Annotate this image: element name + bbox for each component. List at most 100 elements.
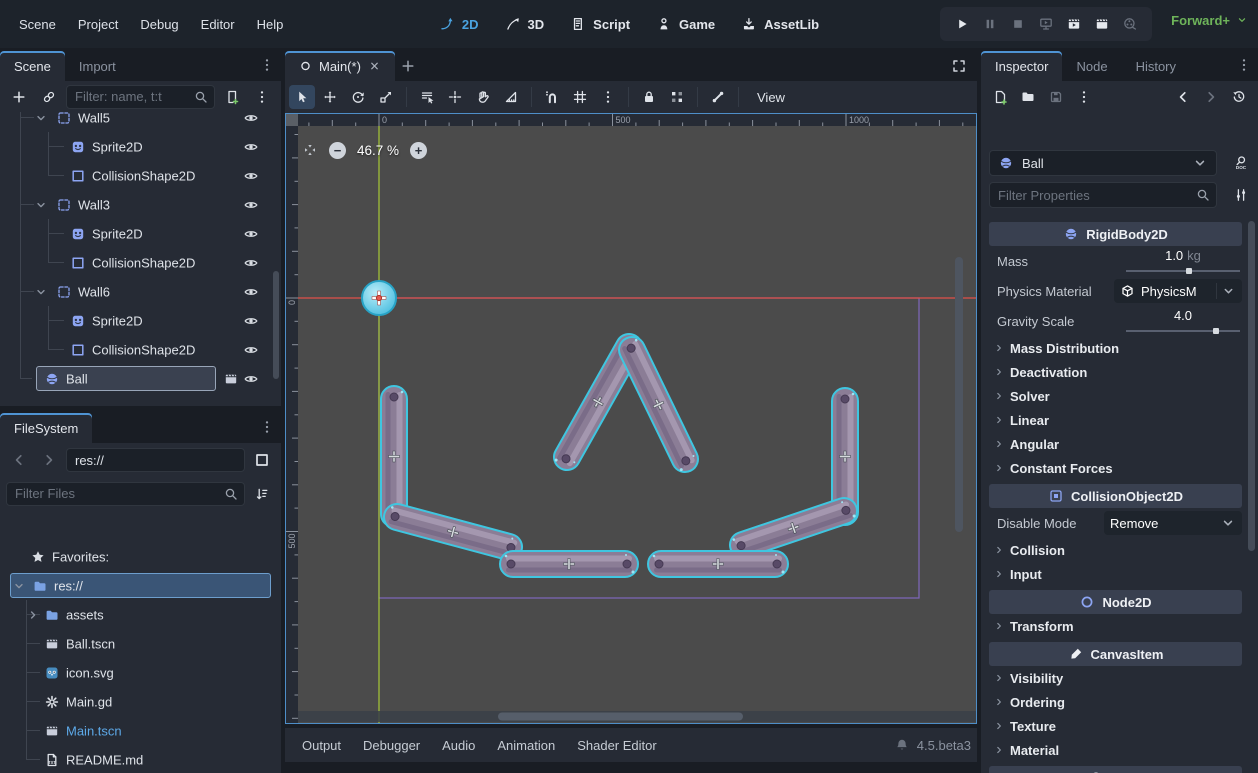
notification-bell-icon[interactable]	[894, 737, 910, 753]
visibility-eye-icon[interactable]	[243, 139, 259, 155]
tree-row-ball[interactable]: Ball	[0, 364, 281, 393]
tree-row-sprite2d[interactable]: Sprite2D	[0, 306, 281, 335]
bottom-tab-animation[interactable]: Animation	[486, 732, 566, 759]
section-input[interactable]: Input	[989, 562, 1242, 586]
property-editor-physics-material[interactable]: PhysicsM	[1114, 279, 1242, 303]
section-ordering[interactable]: Ordering	[989, 690, 1242, 714]
save-resource-button[interactable]	[1043, 85, 1069, 109]
remote-debug-button[interactable]	[1034, 12, 1058, 36]
zoom-percent[interactable]: 46.7 %	[357, 143, 399, 158]
section-constant-forces[interactable]: Constant Forces	[989, 456, 1242, 480]
tree-row-wall3[interactable]: Wall3	[0, 190, 281, 219]
open-docs-button[interactable]: DOC	[1228, 150, 1254, 176]
visibility-eye-icon[interactable]	[243, 371, 259, 387]
center-view-icon[interactable]	[302, 143, 318, 159]
scene-tab-main[interactable]: Main(*)	[285, 51, 395, 81]
bottom-tab-output[interactable]: Output	[291, 732, 352, 759]
play-button[interactable]	[950, 12, 974, 36]
pause-button[interactable]	[978, 12, 1002, 36]
resource-menu-button[interactable]	[1071, 85, 1097, 109]
visibility-eye-icon[interactable]	[243, 342, 259, 358]
fs-row-ball-tscn[interactable]: Ball.tscn	[0, 629, 281, 658]
move-tool[interactable]	[317, 85, 343, 109]
h-scrollbar-thumb[interactable]	[498, 713, 743, 721]
visibility-eye-icon[interactable]	[243, 255, 259, 271]
movie-maker-button[interactable]	[1118, 12, 1142, 36]
skeleton-options-button[interactable]	[705, 85, 731, 109]
add-node-button[interactable]	[6, 85, 32, 109]
dock-menu-icon[interactable]	[259, 57, 275, 73]
pick-tool[interactable]	[442, 85, 468, 109]
new-scene-tab-button[interactable]	[395, 54, 421, 78]
tab-scene[interactable]: Scene	[0, 51, 65, 81]
play-custom-scene-button[interactable]	[1090, 12, 1114, 36]
dock-menu-icon[interactable]	[259, 419, 275, 435]
fs-row-favorites-[interactable]: Favorites:	[0, 542, 281, 571]
2d-canvas[interactable]: 050010000500 − 46.7 % +	[285, 113, 977, 724]
visibility-eye-icon[interactable]	[243, 168, 259, 184]
section-angular[interactable]: Angular	[989, 432, 1242, 456]
tab-node[interactable]: Node	[1062, 51, 1121, 81]
bottom-tab-shader-editor[interactable]: Shader Editor	[566, 732, 668, 759]
inspector-scrollbar[interactable]	[1248, 221, 1255, 551]
section-collision[interactable]: Collision	[989, 538, 1242, 562]
menu-debug[interactable]: Debug	[129, 12, 189, 37]
tree-row-collisionshape2d[interactable]: CollisionShape2D	[0, 248, 281, 277]
load-resource-button[interactable]	[1015, 85, 1041, 109]
wall-capsule[interactable]	[648, 551, 788, 577]
rotate-tool[interactable]	[345, 85, 371, 109]
zoom-in-button[interactable]: +	[410, 142, 427, 159]
expander-icon[interactable]	[34, 284, 48, 300]
tree-row-collisionshape2d[interactable]: CollisionShape2D	[0, 161, 281, 190]
section-transform[interactable]: Transform	[989, 614, 1242, 638]
menu-scene[interactable]: Scene	[8, 12, 67, 37]
stop-button[interactable]	[1006, 12, 1030, 36]
lock-selected-button[interactable]	[636, 85, 662, 109]
section-linear[interactable]: Linear	[989, 408, 1242, 432]
fs-path-input[interactable]	[66, 448, 245, 472]
section-deactivation[interactable]: Deactivation	[989, 360, 1242, 384]
inspector-filter-input[interactable]	[989, 182, 1217, 208]
scene-menu-button[interactable]	[249, 85, 275, 109]
fs-row-res-[interactable]: res://	[0, 571, 281, 600]
tree-row-sprite2d[interactable]: Sprite2D	[0, 132, 281, 161]
attach-script-button[interactable]	[219, 85, 245, 109]
fs-row-assets[interactable]: assets	[0, 600, 281, 629]
property-editor-mass[interactable]: 1.0kg	[1124, 248, 1242, 274]
play-scene-button[interactable]	[1062, 12, 1086, 36]
history-back-button[interactable]	[1170, 85, 1196, 109]
ruler-tool[interactable]	[498, 85, 524, 109]
tree-row-wall6[interactable]: Wall6	[0, 277, 281, 306]
zoom-out-button[interactable]: −	[329, 142, 346, 159]
tab-inspector[interactable]: Inspector	[981, 51, 1062, 81]
open-scene-icon[interactable]	[223, 371, 239, 387]
edited-object-selector[interactable]: Ball	[989, 150, 1217, 176]
visibility-eye-icon[interactable]	[243, 226, 259, 242]
menu-project[interactable]: Project	[67, 12, 129, 37]
expander-icon[interactable]	[34, 197, 48, 213]
scale-tool[interactable]	[373, 85, 399, 109]
visibility-eye-icon[interactable]	[243, 112, 259, 126]
context-tab-3d[interactable]: 3D	[495, 11, 555, 37]
section-texture[interactable]: Texture	[989, 714, 1242, 738]
slider-handle[interactable]	[1186, 268, 1192, 274]
tree-row-collisionshape2d[interactable]: CollisionShape2D	[0, 335, 281, 364]
tree-row-wall5[interactable]: Wall5	[0, 112, 281, 132]
context-tab-game[interactable]: Game	[646, 11, 725, 37]
menu-help[interactable]: Help	[246, 12, 295, 37]
section-visibility[interactable]: Visibility	[989, 666, 1242, 690]
view-menu-button[interactable]: View	[746, 84, 796, 111]
scene-tree-scrollbar[interactable]	[273, 271, 279, 379]
list-select-tool[interactable]	[414, 85, 440, 109]
new-resource-button[interactable]	[987, 85, 1013, 109]
context-tab-assetlib[interactable]: AssetLib	[731, 11, 829, 37]
close-icon[interactable]	[368, 58, 381, 74]
visibility-eye-icon[interactable]	[243, 313, 259, 329]
fs-row-main-gd[interactable]: Main.gd	[0, 687, 281, 716]
tab-history[interactable]: History	[1122, 51, 1190, 81]
wall-capsule[interactable]	[500, 551, 638, 577]
fs-split-mode-button[interactable]	[249, 448, 275, 472]
snap-options-menu[interactable]	[595, 85, 621, 109]
smart-snap-toggle[interactable]	[539, 85, 565, 109]
property-editor-disable-mode[interactable]: Remove	[1104, 511, 1242, 535]
